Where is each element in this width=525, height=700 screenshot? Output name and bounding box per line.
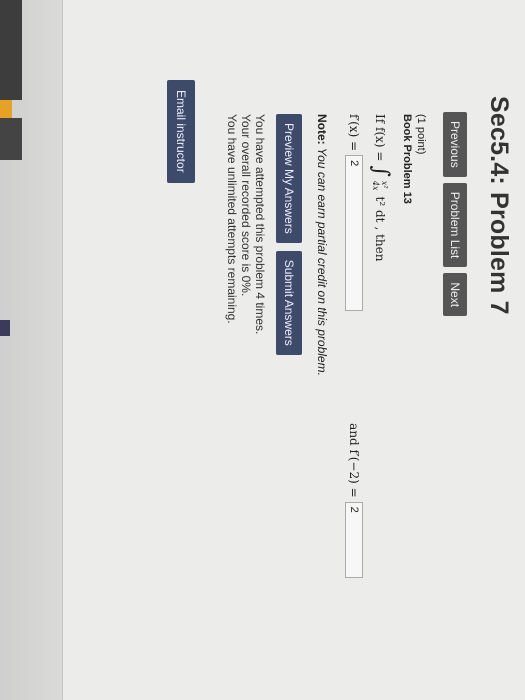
problem-page: Sec5.4: Problem 7 Previous Problem List … bbox=[70, 0, 525, 700]
sidebar-divider bbox=[62, 0, 63, 700]
problem-statement: If f(x) = ∫ x² 4x t² dt , then bbox=[368, 114, 393, 262]
attempts-text: You have attempted this problem 4 times. bbox=[253, 114, 267, 335]
remaining-text: You have unlimited attempts remaining. bbox=[225, 114, 239, 324]
problem-nav: Previous Problem List Next bbox=[443, 112, 467, 317]
next-button[interactable]: Next bbox=[443, 273, 467, 317]
partial-credit-note: Note: You can earn partial credit on thi… bbox=[315, 114, 329, 376]
answer-actions: Preview My Answers Submit Answers bbox=[276, 114, 302, 355]
previous-button[interactable]: Previous bbox=[443, 112, 467, 177]
submit-answers-button[interactable]: Submit Answers bbox=[276, 250, 302, 355]
preview-answers-button[interactable]: Preview My Answers bbox=[276, 114, 302, 243]
answer1-label: f′(x) = bbox=[347, 114, 361, 152]
answer2-label: and f′(−2) = bbox=[347, 423, 361, 498]
book-problem-label: Book Problem 13 bbox=[401, 114, 413, 204]
problem-points: (1 point) bbox=[415, 114, 427, 155]
sidebar-accent-tab[interactable] bbox=[0, 100, 12, 118]
score-text: Your overall recorded score is 0%. bbox=[239, 114, 253, 297]
note-text: You can earn partial credit on this prob… bbox=[315, 144, 329, 376]
note-label: Note: bbox=[315, 114, 329, 145]
integral-sign: ∫ bbox=[368, 165, 393, 177]
page-title: Sec5.4: Problem 7 bbox=[485, 96, 513, 315]
integral-lower-limit: 4x bbox=[371, 180, 380, 191]
sidebar-panel bbox=[0, 0, 62, 700]
answer2-input[interactable]: 2 bbox=[345, 501, 363, 578]
integral-limits: x² 4x bbox=[371, 181, 389, 191]
sidebar-marker bbox=[0, 320, 10, 336]
problem-list-button[interactable]: Problem List bbox=[443, 182, 467, 268]
integral-upper-limit: x² bbox=[380, 180, 389, 189]
sidebar-dark-block bbox=[0, 118, 22, 160]
sidebar-dark-block bbox=[0, 0, 22, 100]
attempt-status: You have attempted this problem 4 times.… bbox=[225, 114, 267, 334]
email-instructor-button[interactable]: Email instructor bbox=[167, 80, 195, 183]
statement-suffix: , then bbox=[373, 226, 387, 262]
answer-row: f′(x) = 2 and f′(−2) = 2 bbox=[345, 114, 363, 578]
integrand: t² dt bbox=[373, 196, 387, 223]
statement-prefix: If f(x) = bbox=[373, 114, 387, 162]
answer1-input[interactable]: 2 bbox=[345, 155, 363, 312]
answer2-group: and f′(−2) = 2 bbox=[345, 423, 363, 578]
